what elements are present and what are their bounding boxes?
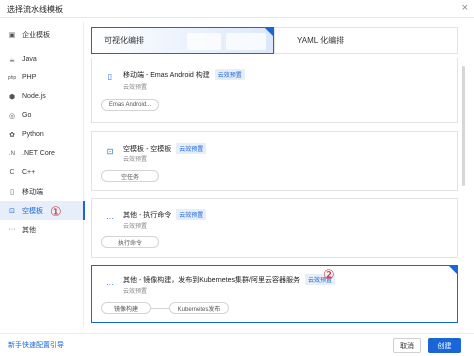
template-card[interactable]: ··· 其他 - 执行命令 云效预置 云效预置 执行命令 <box>91 198 458 258</box>
orchestration-mode-tabs: 可视化编排 YAML 化编排 <box>91 27 458 54</box>
card-title-text: 移动端 - Emas Android 构建 <box>123 71 210 79</box>
template-card[interactable]: ··· 其他 - 镜像构建，发布到Kubernetes集群/阿里云容器服务 云效… <box>91 265 458 323</box>
mobile-icon: ▯ <box>107 71 113 81</box>
card-subtitle: 云效预置 <box>123 157 148 163</box>
active-indicator <box>83 201 85 220</box>
cpp-icon: C <box>9 169 15 176</box>
card-title: 移动端 - Emas Android 构建 云效预置 <box>123 69 245 80</box>
pipeline-step: 执行命令 <box>101 236 159 248</box>
dialog-header: 选择流水线模板 × <box>0 0 474 18</box>
sidebar-item-label: Node.js <box>22 93 46 100</box>
preset-tag: 云效预置 <box>176 209 207 220</box>
sidebar-item-dotnet[interactable]: .N .NET Core <box>0 144 84 163</box>
pipeline-preview: 镜像构建 Kubernetes发布 <box>101 302 229 314</box>
php-icon: php <box>7 74 17 81</box>
go-icon: ◎ <box>8 112 16 120</box>
tab-decoration <box>226 33 266 50</box>
more-icon: ··· <box>106 213 114 223</box>
python-icon: ✿ <box>9 131 15 139</box>
template-card[interactable]: ⊡ 空模板 - 空模板 云效预置 云效预置 空任务 <box>91 131 458 191</box>
sidebar-item-python[interactable]: ✿ Python <box>0 125 84 144</box>
template-category-sidebar: ▣ 企业模板 ☕ Java php PHP ⬢ Node.js ◎ Go ✿ P… <box>0 22 85 327</box>
sidebar-item-enterprise[interactable]: ▣ 企业模板 <box>0 25 84 44</box>
sidebar-item-label: .NET Core <box>22 150 55 157</box>
java-icon: ☕ <box>8 56 16 64</box>
more-icon: ··· <box>106 279 114 289</box>
card-title-text: 其他 - 镜像构建，发布到Kubernetes集群/阿里云容器服务 <box>123 276 300 284</box>
empty-template-icon: ⊡ <box>9 207 15 215</box>
card-title: 其他 - 执行命令 云效预置 <box>123 209 207 220</box>
sidebar-item-empty-template[interactable]: ⊡ 空模板 <box>0 201 85 220</box>
tab-label: YAML 化编排 <box>297 36 345 45</box>
pipeline-step: Emas Android... <box>101 99 159 111</box>
preset-tag: 云效预置 <box>214 69 245 80</box>
tab-visual-orchestration[interactable]: 可视化编排 <box>91 27 274 54</box>
sidebar-item-label: 企业模板 <box>22 31 50 39</box>
pipeline-step: Kubernetes发布 <box>169 302 229 314</box>
dotnet-icon: .N <box>9 150 15 157</box>
pipeline-preview: 空任务 <box>101 170 159 182</box>
pipeline-preview: Emas Android... <box>101 99 159 111</box>
sidebar-item-label: PHP <box>22 74 37 81</box>
card-title: 其他 - 镜像构建，发布到Kubernetes集群/阿里云容器服务 云效预置 <box>123 274 335 285</box>
template-list[interactable]: ▯ 移动端 - Emas Android 构建 云效预置 云效预置 Emas A… <box>91 58 465 328</box>
dialog-footer: 新手快速配置引导 取消 创建 <box>0 333 474 356</box>
card-subtitle: 云效预置 <box>123 85 148 91</box>
dialog-title: 选择流水线模板 <box>7 5 63 14</box>
list-scrollbar[interactable] <box>462 66 465 186</box>
card-subtitle: 云效预置 <box>123 224 148 230</box>
close-icon[interactable]: × <box>462 2 468 14</box>
enterprise-template-icon: ▣ <box>8 31 16 39</box>
sidebar-item-label: 其他 <box>22 226 36 234</box>
more-icon: ··· <box>8 226 16 233</box>
pipeline-step: 空任务 <box>101 170 159 182</box>
sidebar-item-other[interactable]: ··· 其他 <box>0 220 84 239</box>
quick-setup-guide-link[interactable]: 新手快速配置引导 <box>8 340 64 350</box>
sidebar-item-label: Python <box>22 131 44 138</box>
card-subtitle: 云效预置 <box>123 289 148 295</box>
sidebar-item-nodejs[interactable]: ⬢ Node.js <box>0 87 84 106</box>
template-card[interactable]: ▯ 移动端 - Emas Android 构建 云效预置 云效预置 Emas A… <box>91 58 458 123</box>
sidebar-item-java[interactable]: ☕ Java <box>0 50 84 69</box>
tab-decoration <box>187 33 221 50</box>
sidebar-item-label: Go <box>22 112 32 119</box>
sidebar-item-label: C++ <box>22 169 36 176</box>
sidebar-item-label: 空模板 <box>22 207 43 215</box>
sidebar-item-label: Java <box>22 56 37 63</box>
sidebar-item-mobile[interactable]: ▯ 移动端 <box>0 182 84 201</box>
tab-label: 可视化编排 <box>104 36 144 45</box>
tab-yaml-orchestration[interactable]: YAML 化编排 <box>274 27 458 54</box>
preset-tag: 云效预置 <box>176 143 207 154</box>
create-button[interactable]: 创建 <box>428 338 461 353</box>
card-title-text: 空模板 - 空模板 <box>123 145 172 153</box>
sidebar-item-go[interactable]: ◎ Go <box>0 106 84 125</box>
card-title: 空模板 - 空模板 云效预置 <box>123 143 207 154</box>
selected-corner-icon <box>265 28 273 36</box>
annotation-marker-1: ① <box>50 204 62 219</box>
sidebar-item-label: 移动端 <box>22 188 43 196</box>
pipeline-step: 镜像构建 <box>101 302 151 314</box>
sidebar-item-cpp[interactable]: C C++ <box>0 163 84 182</box>
card-title-text: 其他 - 执行命令 <box>123 211 172 219</box>
annotation-marker-2: ② <box>323 267 335 282</box>
pipeline-preview: 执行命令 <box>101 236 159 248</box>
step-connector <box>151 307 169 309</box>
nodejs-icon: ⬢ <box>8 93 16 101</box>
sidebar-item-php[interactable]: php PHP <box>0 68 84 87</box>
mobile-icon: ▯ <box>10 188 14 196</box>
selected-corner-icon <box>449 266 457 274</box>
cancel-button[interactable]: 取消 <box>393 338 421 353</box>
empty-template-icon: ⊡ <box>106 146 114 156</box>
